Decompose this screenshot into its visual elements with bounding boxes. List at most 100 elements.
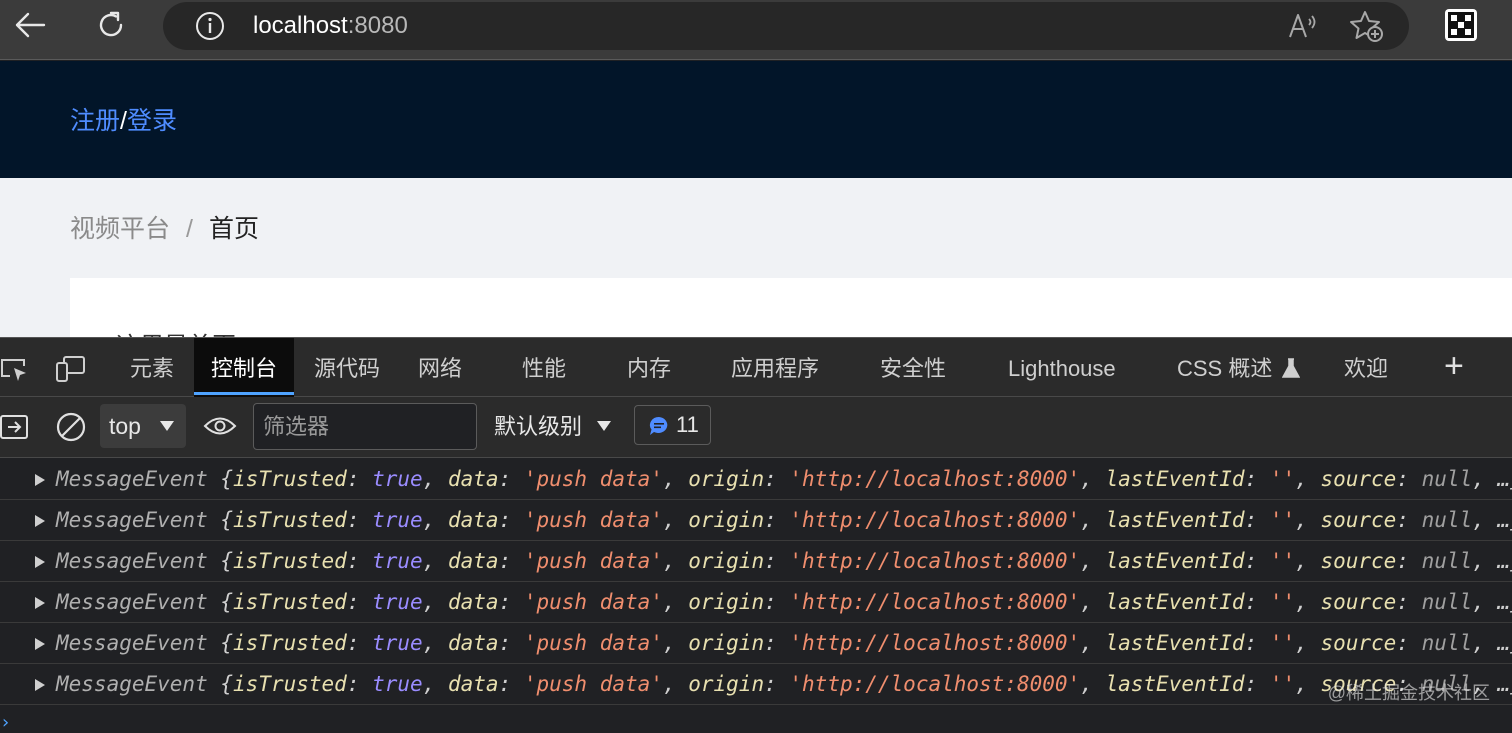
log-punctuation: , bbox=[1080, 467, 1106, 491]
tab-performance[interactable]: 性能 bbox=[522, 338, 566, 397]
triangle-right-icon[interactable] bbox=[34, 638, 46, 650]
data-value: 'push data' bbox=[523, 672, 663, 696]
console-message[interactable]: MessageEvent {isTrusted: true, data: 'pu… bbox=[0, 623, 1512, 664]
log-punctuation: : bbox=[1244, 508, 1270, 532]
device-toolbar-icon[interactable] bbox=[55, 355, 87, 383]
console-toolbar: top 默认级别 11 bbox=[0, 397, 1512, 458]
tab-security[interactable]: 安全性 bbox=[880, 338, 946, 397]
eye-icon[interactable] bbox=[203, 415, 237, 437]
console-prompt[interactable]: › bbox=[0, 706, 1512, 733]
triangle-right-icon[interactable] bbox=[34, 597, 46, 609]
log-punctuation: : bbox=[764, 590, 790, 614]
log-key: source bbox=[1320, 549, 1397, 573]
log-level-dropdown[interactable]: 默认级别 bbox=[494, 409, 618, 445]
login-link[interactable]: 登录 bbox=[127, 107, 177, 135]
event-type: MessageEvent bbox=[56, 508, 208, 532]
read-aloud-icon[interactable] bbox=[1287, 10, 1321, 42]
console-message[interactable]: MessageEvent {isTrusted: true, data: 'pu… bbox=[0, 459, 1512, 500]
inspect-element-icon[interactable] bbox=[0, 356, 28, 382]
reload-icon bbox=[99, 11, 123, 37]
triangle-right-icon[interactable] bbox=[34, 474, 46, 486]
add-tab-button[interactable]: + bbox=[1444, 338, 1464, 397]
clear-console-icon[interactable] bbox=[55, 411, 87, 443]
log-punctuation: : bbox=[498, 549, 524, 573]
devtools-tab-bar: 元素 控制台 源代码 网络 性能 内存 应用程序 安全性 Lighthouse … bbox=[0, 338, 1512, 397]
log-punctuation: , bbox=[1295, 590, 1321, 614]
log-punctuation: : bbox=[346, 672, 373, 696]
source-value: null bbox=[1421, 549, 1473, 573]
log-punctuation: , bbox=[1472, 590, 1498, 614]
log-punctuation: , bbox=[1080, 590, 1106, 614]
triangle-right-icon[interactable] bbox=[34, 515, 46, 527]
favorite-add-icon[interactable] bbox=[1349, 8, 1385, 44]
log-punctuation: { bbox=[207, 549, 234, 573]
log-punctuation: : bbox=[1396, 590, 1422, 614]
log-key: lastEventId bbox=[1105, 467, 1245, 491]
console-messages: MessageEvent { isTrusted: true, data: 'pu… bbox=[0, 459, 1512, 706]
origin-value: 'http://localhost:8000' bbox=[789, 672, 1081, 696]
console-message[interactable]: MessageEvent {isTrusted: true, data: 'pu… bbox=[0, 582, 1512, 623]
log-key: source bbox=[1320, 467, 1397, 491]
triangle-right-icon[interactable] bbox=[34, 556, 46, 568]
tab-network[interactable]: 网络 bbox=[418, 338, 462, 397]
reload-button[interactable] bbox=[87, 6, 135, 44]
console-message[interactable]: MessageEvent {isTrusted: true, data: 'pu… bbox=[0, 664, 1512, 705]
breadcrumb-item-platform[interactable]: 视频平台 bbox=[70, 215, 170, 243]
tab-sources[interactable]: 源代码 bbox=[314, 338, 380, 397]
log-more: …} bbox=[1497, 590, 1512, 614]
log-key: origin bbox=[688, 467, 765, 491]
context-selector[interactable]: top bbox=[100, 404, 186, 448]
tab-application[interactable]: 应用程序 bbox=[731, 338, 819, 397]
log-punctuation: , bbox=[1472, 508, 1498, 532]
tab-css-overview[interactable]: CSS 概述 bbox=[1177, 338, 1301, 397]
web-page: 注册/登录 视频平台/首页 这里是首页 bbox=[0, 61, 1512, 337]
log-punctuation: , bbox=[662, 590, 689, 614]
tab-memory[interactable]: 内存 bbox=[627, 338, 671, 397]
browser-toolbar: localhost:8080 bbox=[0, 0, 1512, 60]
log-punctuation: : bbox=[1396, 549, 1422, 573]
log-punctuation: : bbox=[498, 672, 524, 696]
log-punctuation: : bbox=[1396, 631, 1422, 655]
log-key: data bbox=[447, 631, 499, 655]
log-key: data bbox=[447, 508, 499, 532]
log-key: isTrusted bbox=[233, 631, 347, 655]
address-bar[interactable]: localhost:8080 bbox=[163, 2, 1409, 50]
sidebar-toggle-icon[interactable] bbox=[0, 413, 30, 441]
card-text: 这里是首页 bbox=[116, 326, 236, 337]
origin-value: 'http://localhost:8000' bbox=[789, 549, 1081, 573]
log-punctuation: : bbox=[1244, 631, 1270, 655]
tab-elements[interactable]: 元素 bbox=[130, 338, 174, 397]
register-link[interactable]: 注册 bbox=[70, 107, 120, 135]
source-value: null bbox=[1421, 467, 1473, 491]
log-key: data bbox=[447, 549, 499, 573]
flask-icon bbox=[1282, 358, 1301, 378]
tab-welcome[interactable]: 欢迎 bbox=[1344, 338, 1388, 397]
extension-icon[interactable] bbox=[1445, 9, 1477, 41]
triangle-right-icon[interactable] bbox=[34, 679, 46, 691]
info-icon[interactable] bbox=[195, 11, 225, 41]
log-key: isTrusted bbox=[233, 672, 347, 696]
console-message[interactable]: MessageEvent {isTrusted: true, data: 'pu… bbox=[0, 541, 1512, 582]
last-event-id-value: '' bbox=[1269, 590, 1296, 614]
log-key: data bbox=[447, 467, 499, 491]
log-punctuation: , bbox=[422, 467, 448, 491]
issues-counter[interactable]: 11 bbox=[634, 405, 711, 445]
log-punctuation: , bbox=[662, 549, 689, 573]
console-message[interactable]: MessageEvent {isTrusted: true, data: 'pu… bbox=[0, 500, 1512, 541]
back-button[interactable] bbox=[6, 6, 54, 44]
log-punctuation: , bbox=[1080, 549, 1106, 573]
log-punctuation: : bbox=[764, 508, 790, 532]
tab-console[interactable]: 控制台 bbox=[194, 338, 295, 397]
tab-lighthouse[interactable]: Lighthouse bbox=[1008, 338, 1116, 397]
url-text[interactable]: localhost:8080 bbox=[253, 11, 408, 41]
last-event-id-value: '' bbox=[1269, 467, 1296, 491]
source-value: null bbox=[1421, 631, 1473, 655]
log-key: origin bbox=[688, 631, 765, 655]
log-punctuation: , bbox=[662, 508, 689, 532]
filter-input[interactable] bbox=[253, 403, 477, 450]
event-type: MessageEvent bbox=[56, 590, 208, 614]
log-punctuation: , bbox=[1080, 508, 1106, 532]
log-more: …} bbox=[1497, 467, 1512, 491]
is-trusted-value: true bbox=[372, 467, 423, 491]
log-key: lastEventId bbox=[1105, 631, 1245, 655]
